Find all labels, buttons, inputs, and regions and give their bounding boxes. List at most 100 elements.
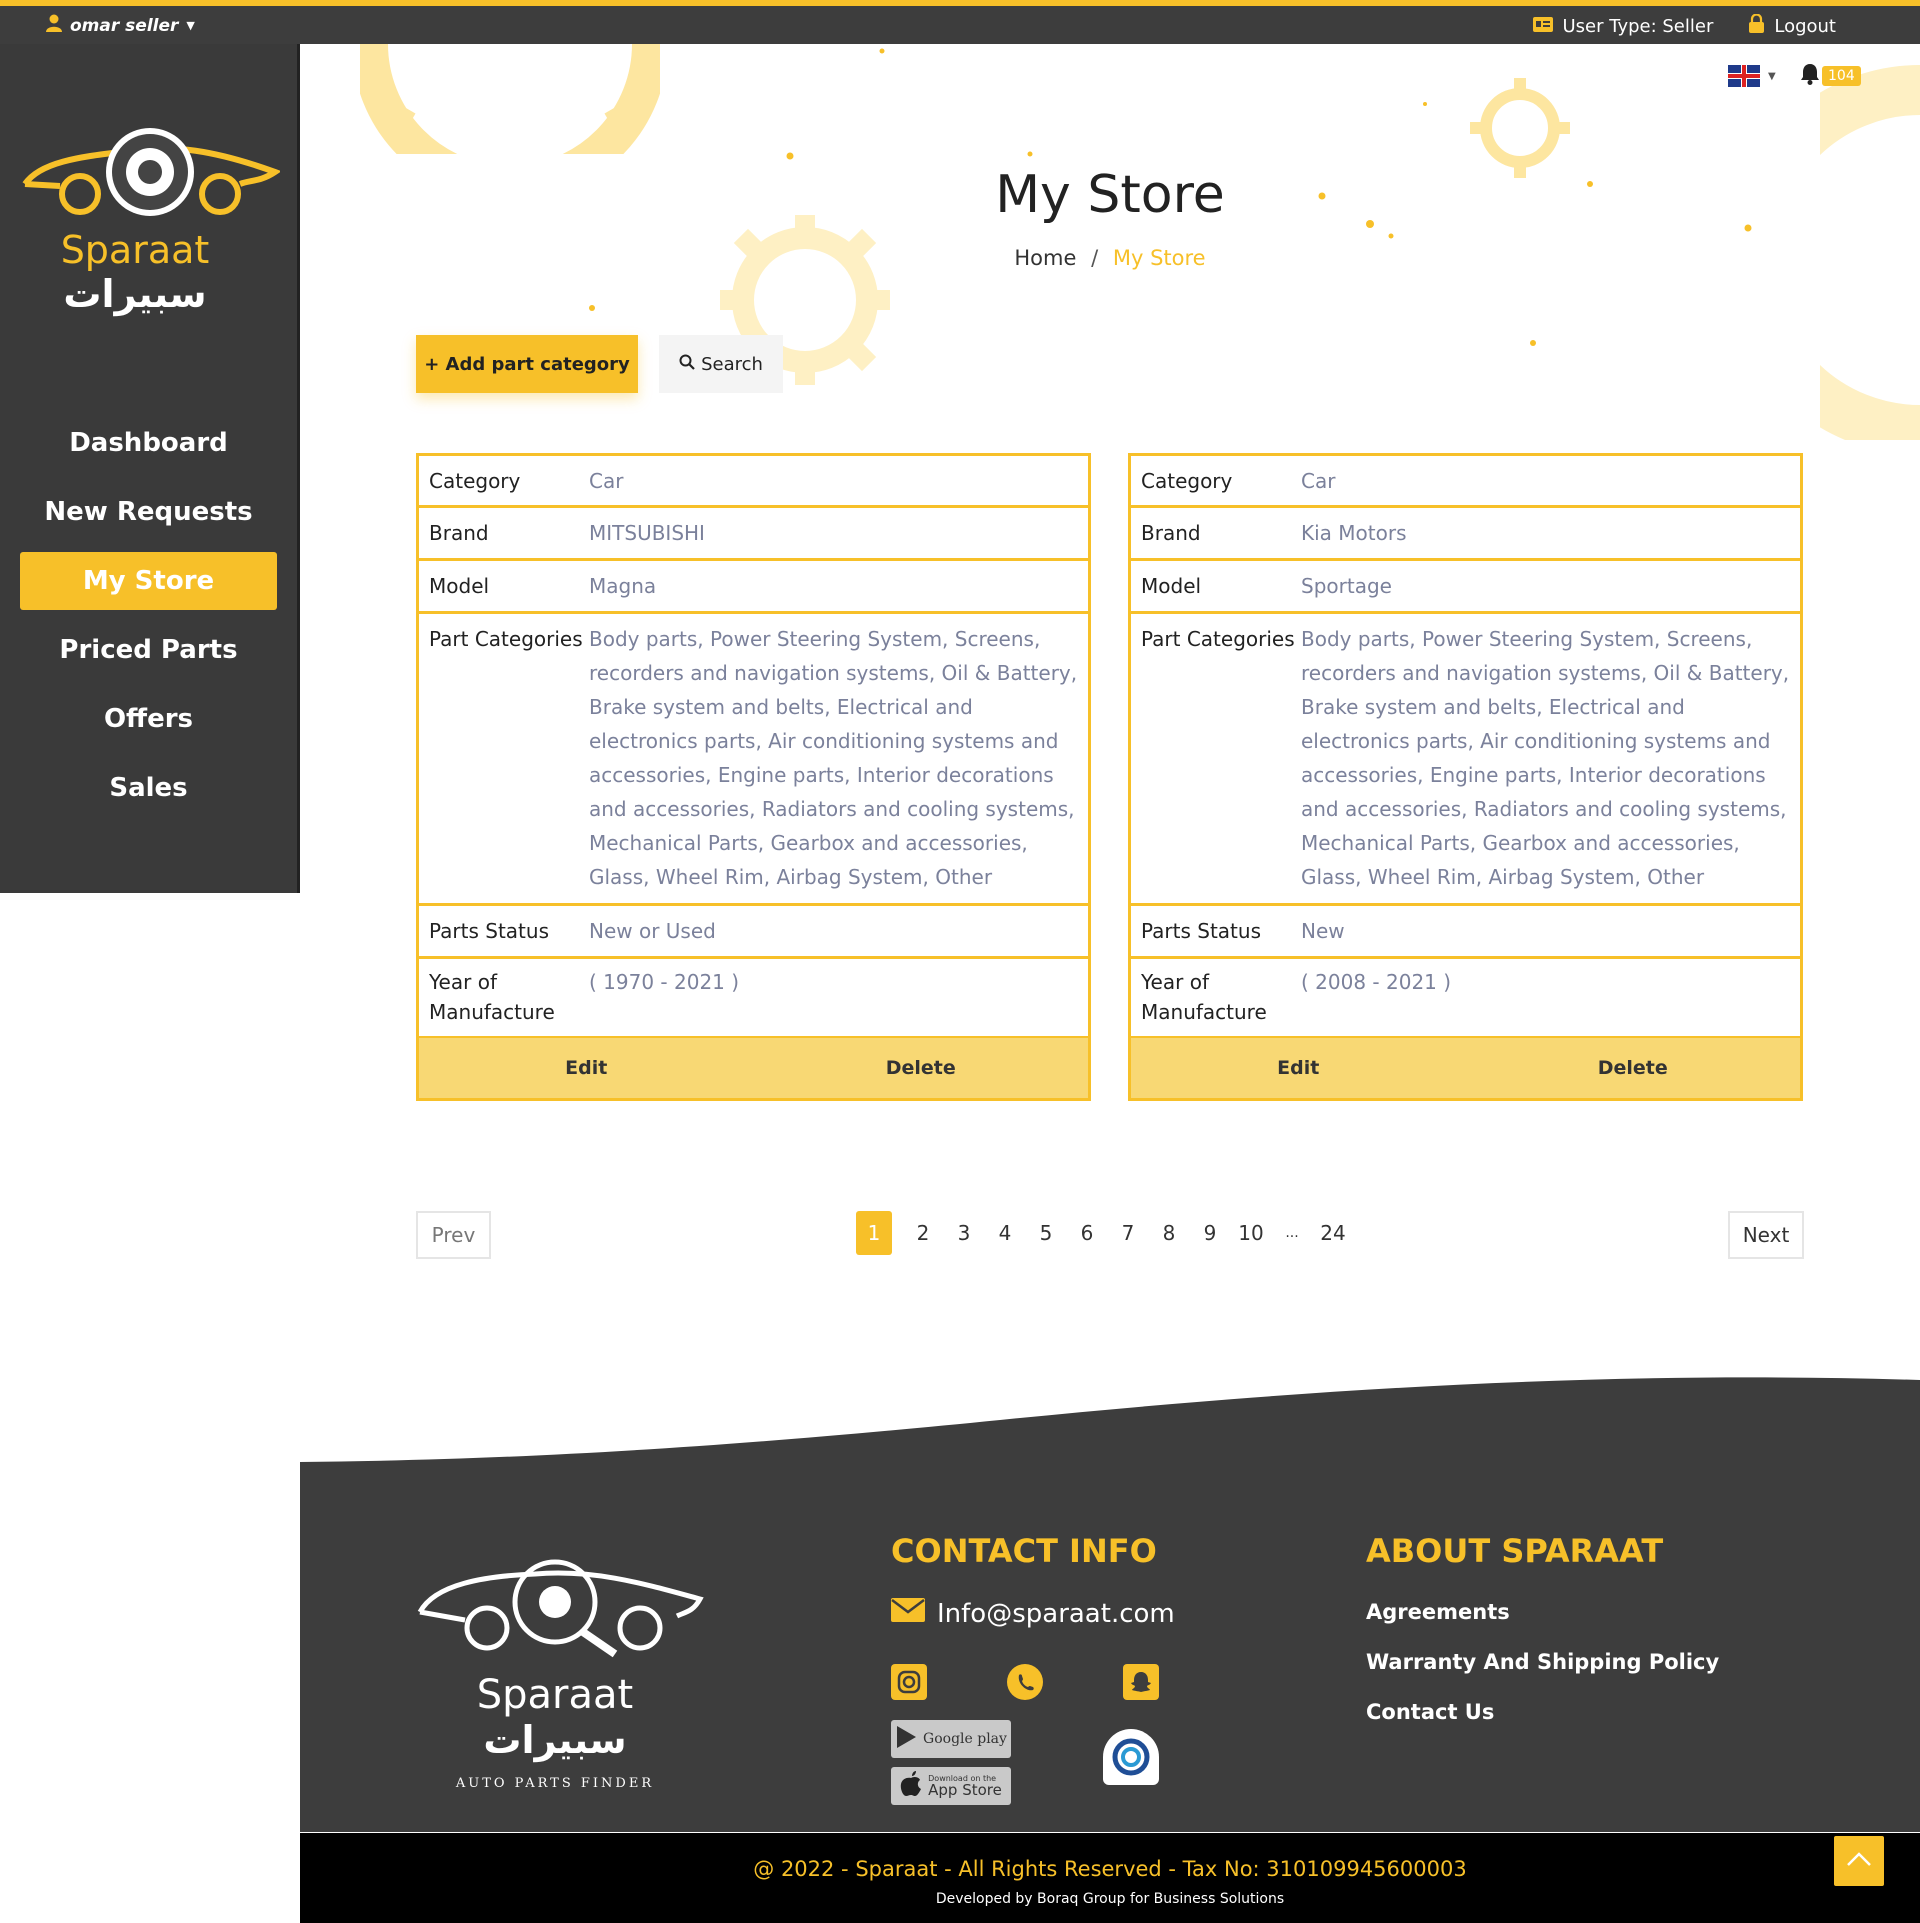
sidebar-item-new-requests[interactable]: New Requests — [20, 483, 277, 541]
field-label: Category — [429, 469, 521, 493]
page-link[interactable]: 24 — [1314, 1211, 1352, 1255]
sidebar: Sparaat سبيرات Dashboard New Requests My… — [0, 44, 300, 893]
whatsapp-icon[interactable] — [1007, 1664, 1043, 1700]
card-row-model: Model Sportage — [1131, 561, 1800, 614]
logout-button[interactable]: Logout — [1749, 13, 1836, 38]
breadcrumb-separator: / — [1091, 246, 1099, 270]
card-actions: Edit Delete — [419, 1038, 1088, 1098]
footer-brand-name: Sparaat — [476, 1672, 634, 1718]
brand-logo[interactable]: Sparaat سبيرات — [20, 122, 282, 362]
notifications-button[interactable]: 104 — [1800, 63, 1861, 89]
about-heading: ABOUT SPARAAT — [1366, 1532, 1664, 1570]
sidebar-item-sales[interactable]: Sales — [20, 759, 277, 817]
field-label: Part Categories — [1141, 627, 1295, 651]
page-title: My Store — [995, 165, 1225, 225]
footer-link-warranty-shipping[interactable]: Warranty And Shipping Policy — [1366, 1650, 1719, 1674]
contact-email[interactable]: Info@sparaat.com — [891, 1598, 1175, 1629]
app-store-label: App Store — [928, 1780, 1002, 1799]
sidebar-item-offers[interactable]: Offers — [20, 690, 277, 748]
lock-icon — [1749, 13, 1765, 38]
add-part-category-button[interactable]: + Add part category — [416, 335, 638, 393]
notification-count-badge: 104 — [1822, 66, 1861, 86]
footer-wave — [300, 1377, 1920, 1465]
field-label: Part Categories — [429, 627, 583, 651]
uk-flag-icon — [1728, 65, 1760, 87]
id-card-icon — [1532, 16, 1553, 37]
page-link[interactable]: 5 — [1027, 1211, 1065, 1255]
scroll-to-top-button[interactable] — [1834, 1836, 1884, 1886]
page-link[interactable]: 10 — [1232, 1211, 1270, 1255]
page-link[interactable]: 2 — [904, 1211, 942, 1255]
gear-decoration-icon — [360, 44, 660, 154]
google-play-badge[interactable]: Google play — [891, 1720, 1011, 1758]
card-row-year: Year of Manufacture ( 2008 - 2021 ) — [1131, 959, 1800, 1039]
snapchat-icon[interactable] — [1123, 1664, 1159, 1700]
store-card: Category Car Brand MITSUBISHI Model Magn… — [416, 453, 1091, 1101]
card-row-category: Category Car — [419, 456, 1088, 508]
brand-value: MITSUBISHI — [589, 521, 705, 545]
verification-seal-icon[interactable] — [1103, 1729, 1159, 1785]
brand-value: Kia Motors — [1301, 521, 1407, 545]
breadcrumb-home[interactable]: Home — [1014, 246, 1076, 270]
contact-heading: CONTACT INFO — [891, 1532, 1157, 1570]
search-button[interactable]: Search — [659, 335, 783, 393]
footer-brand-name-arabic: سبيرات — [483, 1718, 627, 1762]
prev-page-button[interactable]: Prev — [416, 1211, 491, 1259]
brand-name: Sparaat — [60, 228, 210, 272]
bell-icon — [1800, 63, 1820, 89]
user-menu[interactable]: omar seller ▼ — [46, 14, 195, 37]
delete-button[interactable]: Delete — [1466, 1057, 1801, 1079]
sidebar-item-priced-parts[interactable]: Priced Parts — [20, 621, 277, 679]
footer-link-contact-us[interactable]: Contact Us — [1366, 1700, 1494, 1724]
edit-button[interactable]: Edit — [419, 1057, 754, 1079]
footer-link-agreements[interactable]: Agreements — [1366, 1600, 1510, 1624]
footer: Sparaat سبيرات AUTO PARTS FINDER CONTACT… — [300, 1462, 1920, 1832]
field-label: Parts Status — [1141, 919, 1261, 943]
field-label: Model — [1141, 574, 1202, 598]
page-link[interactable]: 6 — [1068, 1211, 1106, 1255]
field-label: Year of Manufacture — [429, 970, 555, 1024]
sidebar-nav: Dashboard New Requests My Store Priced P… — [20, 414, 277, 828]
gear-decoration-icon — [1470, 78, 1570, 178]
chevron-up-icon — [1846, 1851, 1872, 1871]
field-label: Parts Status — [429, 919, 549, 943]
brand-name-arabic: سبيرات — [63, 272, 207, 316]
footer-tagline: AUTO PARTS FINDER — [455, 1776, 655, 1791]
mail-icon — [891, 1598, 925, 1629]
sidebar-item-my-store[interactable]: My Store — [20, 552, 277, 610]
page-link[interactable]: 1 — [856, 1211, 892, 1255]
page-link[interactable]: 4 — [986, 1211, 1024, 1255]
field-label: Year of Manufacture — [1141, 970, 1267, 1024]
logout-label: Logout — [1774, 15, 1836, 37]
card-row-brand: Brand MITSUBISHI — [419, 508, 1088, 561]
user-icon — [46, 14, 62, 37]
sidebar-empty-area — [0, 893, 300, 1923]
copyright-bar: @ 2022 - Sparaat - All Rights Reserved -… — [300, 1833, 1920, 1923]
car-logo-icon — [417, 1559, 704, 1658]
app-store-badge[interactable]: Download on the App Store — [891, 1767, 1011, 1805]
search-icon — [679, 354, 695, 375]
card-row-year: Year of Manufacture ( 1970 - 2021 ) — [419, 959, 1088, 1039]
page-link[interactable]: 9 — [1191, 1211, 1229, 1255]
category-value: Car — [589, 469, 624, 493]
year-value: ( 2008 - 2021 ) — [1301, 970, 1452, 994]
chevron-down-icon: ▼ — [186, 19, 195, 32]
part-categories-value: Body parts, Power Steering System, Scree… — [1301, 627, 1790, 889]
next-page-button[interactable]: Next — [1728, 1211, 1804, 1259]
copyright-text: @ 2022 - Sparaat - All Rights Reserved -… — [753, 1857, 1467, 1881]
page-link[interactable]: 8 — [1150, 1211, 1188, 1255]
language-selector[interactable]: ▼ — [1728, 65, 1776, 87]
instagram-icon[interactable] — [891, 1664, 927, 1700]
card-row-model: Model Magna — [419, 561, 1088, 614]
apple-icon — [900, 1771, 922, 1801]
delete-button[interactable]: Delete — [754, 1057, 1089, 1079]
page-link[interactable]: 3 — [945, 1211, 983, 1255]
card-row-category: Category Car — [1131, 456, 1800, 508]
card-actions: Edit Delete — [1131, 1038, 1800, 1098]
sidebar-item-dashboard[interactable]: Dashboard — [20, 414, 277, 472]
edit-button[interactable]: Edit — [1131, 1057, 1466, 1079]
page-link[interactable]: 7 — [1109, 1211, 1147, 1255]
top-bar: omar seller ▼ User Type: Seller Logout — [0, 0, 1920, 44]
field-label: Brand — [429, 521, 489, 545]
field-label: Model — [429, 574, 490, 598]
